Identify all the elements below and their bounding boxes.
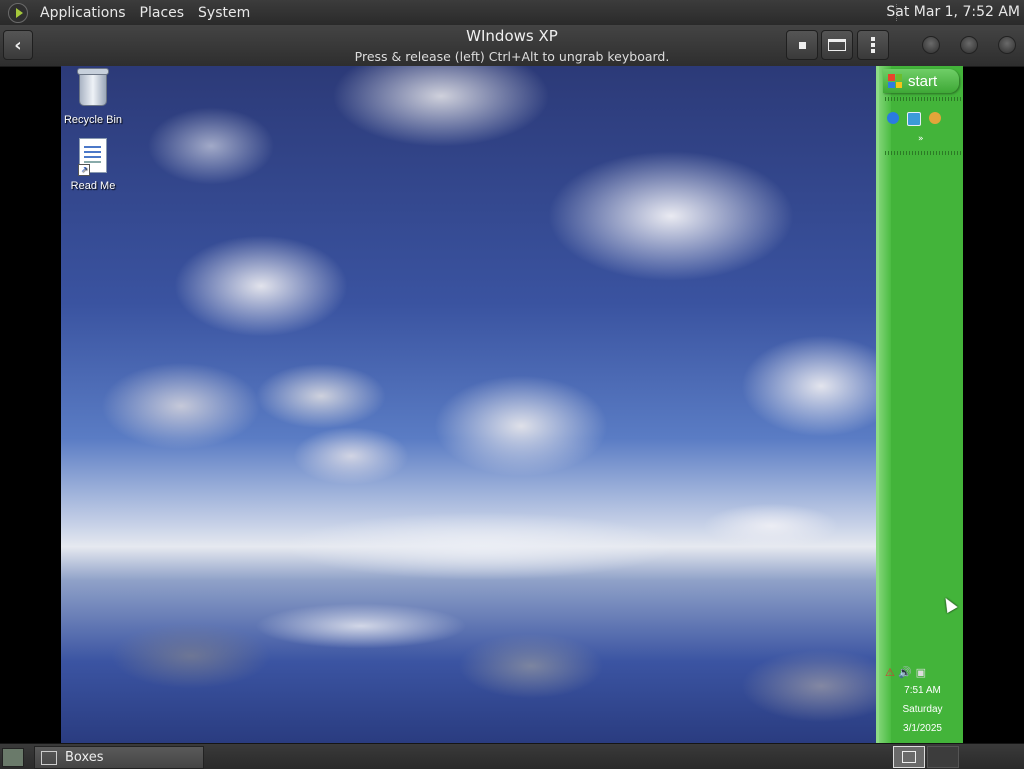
keyboard-icon <box>828 39 846 51</box>
taskbar-item-label: Boxes <box>65 750 104 765</box>
media-player-icon[interactable] <box>929 112 941 124</box>
boxes-window-icon <box>41 750 57 765</box>
close-button[interactable] <box>998 36 1016 54</box>
stop-icon <box>798 41 806 49</box>
desktop-icon-label: Recycle Bin <box>63 114 123 126</box>
tray-day: Saturday <box>902 704 943 715</box>
window-thumbnail-icon <box>902 751 916 763</box>
desktop-icon-label: Read Me <box>70 180 116 192</box>
taskbar-edge <box>879 66 891 743</box>
stop-button[interactable] <box>786 30 818 60</box>
distro-logo-icon[interactable] <box>8 2 28 23</box>
start-button[interactable]: start <box>883 69 959 93</box>
toolbar-grip[interactable] <box>885 97 961 101</box>
tray-date: 3/1/2025 <box>903 723 942 734</box>
boxes-header: ‹ WIndows XP Press & release (left) Ctrl… <box>0 25 1024 67</box>
panel-clock[interactable]: Sat Mar 1, 7:52 AM <box>886 4 1020 20</box>
start-label: start <box>908 72 938 90</box>
xp-taskbar: start » ⚠ 🔊 ▣ 7:51 AM Saturday 3/1/2025 <box>876 66 963 743</box>
desktop-icon-recycle-bin[interactable]: Recycle Bin <box>61 68 128 126</box>
minimize-button[interactable] <box>922 36 940 54</box>
menu-system[interactable]: System <box>191 5 257 21</box>
recycle-bin-icon <box>77 68 109 106</box>
toolbar-grip[interactable] <box>885 151 961 155</box>
taskbar-item-boxes[interactable]: Boxes <box>34 746 204 769</box>
network-icon[interactable]: ▣ <box>916 666 926 679</box>
workspace-2[interactable] <box>927 746 959 768</box>
internet-explorer-icon[interactable] <box>887 112 899 124</box>
chevron-down-icon[interactable]: » <box>918 134 924 144</box>
wallpaper-reflection <box>61 586 876 743</box>
windows-flag-icon <box>888 74 902 88</box>
security-alert-icon[interactable]: ⚠ <box>885 666 895 679</box>
menu-applications[interactable]: Applications <box>33 5 133 21</box>
bottom-panel: Boxes <box>0 743 1024 769</box>
show-desktop-button[interactable] <box>2 748 24 767</box>
menu-icon <box>871 43 875 47</box>
show-desktop-icon[interactable] <box>907 112 921 126</box>
top-panel: Applications Places System Sat Mar 1, 7:… <box>0 0 1024 26</box>
tray-time[interactable]: 7:51 AM <box>879 685 963 696</box>
system-tray: ⚠ 🔊 ▣ <box>885 666 945 680</box>
send-keys-button[interactable] <box>821 30 853 60</box>
desktop-icon-read-me[interactable]: ↗ Read Me <box>61 136 128 192</box>
shortcut-arrow-icon: ↗ <box>78 164 90 176</box>
vm-display[interactable]: Recycle Bin ↗ Read Me start » ⚠ 🔊 ▣ 7:51 <box>61 66 963 743</box>
maximize-button[interactable] <box>960 36 978 54</box>
workspace-1[interactable] <box>893 746 925 768</box>
menu-places[interactable]: Places <box>133 5 192 21</box>
menu-button[interactable] <box>857 30 889 60</box>
volume-icon[interactable]: 🔊 <box>898 666 912 679</box>
